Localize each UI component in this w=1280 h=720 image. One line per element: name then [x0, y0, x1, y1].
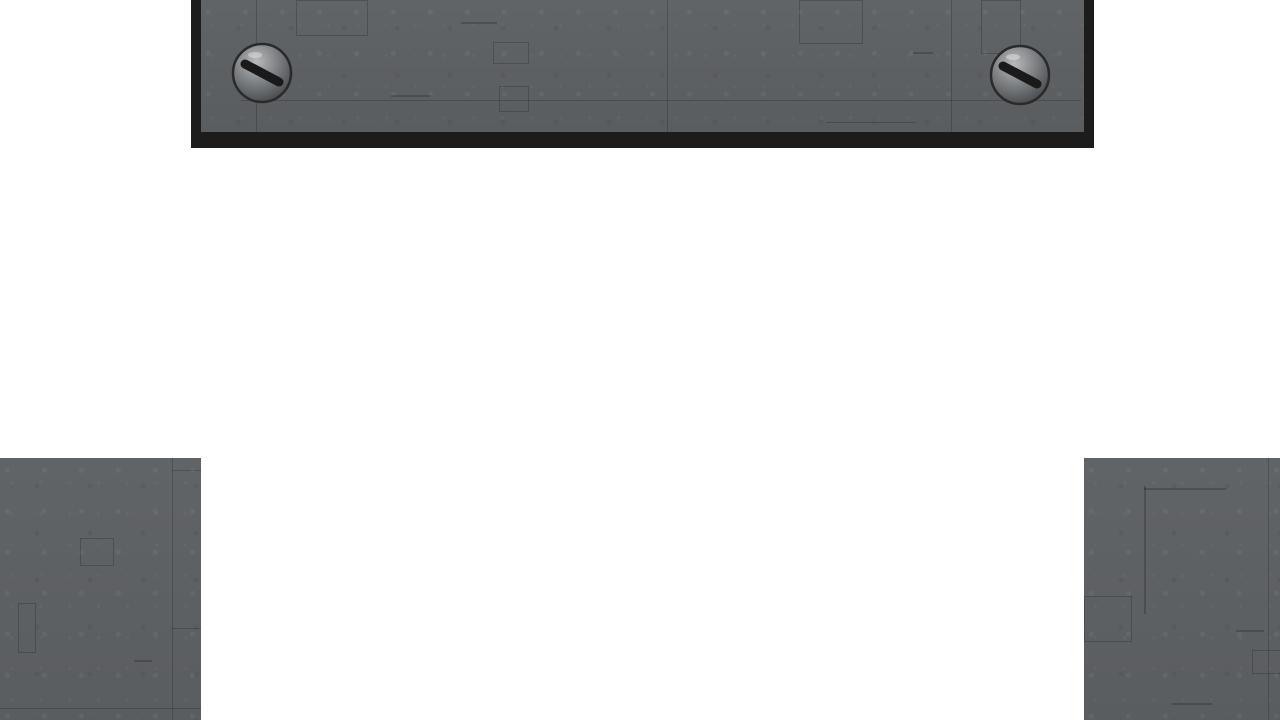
top-panel-surface	[201, 0, 1084, 132]
bottom-right-panel	[1084, 458, 1280, 720]
bottom-left-panel	[0, 458, 201, 720]
top-panel-frame	[191, 0, 1094, 148]
screw-icon	[231, 42, 293, 104]
game-screen	[0, 0, 1280, 720]
screw-icon	[989, 44, 1051, 106]
